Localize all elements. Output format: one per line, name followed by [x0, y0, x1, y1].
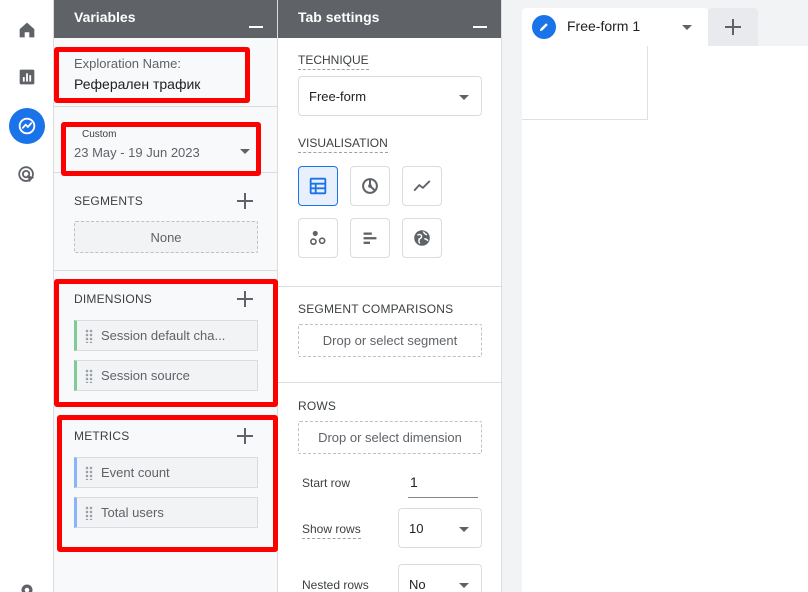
visualisation-label: VISUALISATION [298, 136, 388, 153]
drag-handle-icon[interactable] [85, 506, 93, 520]
donut-chart-icon[interactable] [350, 166, 390, 206]
variables-panel: Variables Exploration Name: Реферален тр… [54, 0, 278, 592]
tab-free-form-1[interactable]: Free-form 1 [522, 8, 708, 46]
variables-panel-header: Variables [54, 0, 277, 38]
segment-comparisons-drop-target[interactable]: Drop or select segment [298, 324, 482, 357]
technique-label: TECHNIQUE [298, 53, 369, 70]
explore-icon[interactable] [9, 108, 45, 144]
divider [278, 286, 501, 287]
scatter-plot-icon[interactable] [298, 218, 338, 258]
divider [54, 172, 277, 173]
table-icon[interactable] [298, 166, 338, 206]
exploration-name-label: Exploration Name: [74, 56, 181, 71]
advertising-icon[interactable] [9, 157, 45, 193]
add-tab-button[interactable] [708, 8, 758, 46]
metric-chip-label: Total users [101, 505, 164, 520]
segments-title: SEGMENTS [74, 194, 143, 208]
nested-rows-select[interactable]: No [398, 564, 482, 592]
dimension-chip[interactable]: Session source [74, 360, 258, 391]
date-range-preset: Custom [78, 129, 121, 140]
chevron-down-icon [459, 583, 469, 588]
variables-panel-title: Variables [74, 9, 136, 25]
metric-chip-label: Event count [101, 465, 170, 480]
edit-pencil-icon[interactable] [532, 15, 556, 39]
canvas-sheet [522, 46, 808, 592]
add-dimension-icon[interactable] [237, 291, 253, 307]
divider [54, 106, 277, 107]
metric-chip[interactable]: Total users [74, 497, 258, 528]
show-rows-select[interactable]: 10 [398, 508, 482, 548]
date-range-picker[interactable]: Custom 23 May - 19 Jun 2023 [68, 128, 258, 168]
canvas-empty-cell [522, 46, 648, 120]
show-rows-label: Show rows [302, 522, 361, 539]
segment-comparisons-label: SEGMENT COMPARISONS [298, 302, 454, 316]
technique-select[interactable]: Free-form [298, 76, 482, 116]
rows-label: ROWS [298, 399, 337, 413]
dimension-chip-label: Session source [101, 368, 190, 383]
show-rows-value: 10 [409, 521, 424, 536]
segments-empty-box[interactable]: None [74, 221, 258, 253]
tab-name: Free-form 1 [567, 18, 641, 34]
settings-icon[interactable] [9, 572, 45, 592]
start-row-input[interactable]: 1 [408, 468, 478, 498]
home-icon[interactable] [9, 12, 45, 48]
chevron-down-icon [459, 527, 469, 532]
chevron-down-icon [240, 149, 250, 154]
drag-handle-icon[interactable] [85, 329, 93, 343]
drag-handle-icon[interactable] [85, 466, 93, 480]
nested-rows-label: Nested rows [302, 578, 369, 592]
start-row-label: Start row [302, 476, 351, 490]
metrics-title: METRICS [74, 429, 130, 443]
left-nav-rail [0, 0, 54, 592]
geo-map-icon[interactable] [402, 218, 442, 258]
nested-rows-value: No [409, 577, 426, 592]
drag-handle-icon[interactable] [85, 369, 93, 383]
metric-chip[interactable]: Event count [74, 457, 258, 488]
bar-chart-icon[interactable] [350, 218, 390, 258]
technique-value: Free-form [309, 89, 367, 104]
dimension-chip[interactable]: Session default cha... [74, 320, 258, 351]
chevron-down-icon[interactable] [682, 25, 692, 30]
tab-settings-header: Tab settings [278, 0, 501, 38]
divider [54, 270, 277, 271]
date-range-value: 23 May - 19 Jun 2023 [74, 145, 200, 160]
line-chart-icon[interactable] [402, 166, 442, 206]
dimensions-title: DIMENSIONS [74, 292, 153, 306]
tab-settings-title: Tab settings [298, 9, 380, 25]
tab-settings-panel: Tab settings TECHNIQUE Free-form VISUALI… [278, 0, 502, 592]
exploration-name-input[interactable]: Реферален трафик [74, 76, 200, 92]
exploration-canvas: Free-form 1 [502, 0, 808, 592]
rows-drop-target[interactable]: Drop or select dimension [298, 421, 482, 454]
minimize-tab-settings-icon[interactable] [473, 12, 487, 28]
minimize-variables-icon[interactable] [249, 12, 263, 28]
reports-icon[interactable] [9, 59, 45, 95]
add-segment-icon[interactable] [237, 193, 253, 209]
divider [278, 382, 501, 383]
dimension-chip-label: Session default cha... [101, 328, 226, 343]
chevron-down-icon [459, 95, 469, 100]
add-metric-icon[interactable] [237, 428, 253, 444]
